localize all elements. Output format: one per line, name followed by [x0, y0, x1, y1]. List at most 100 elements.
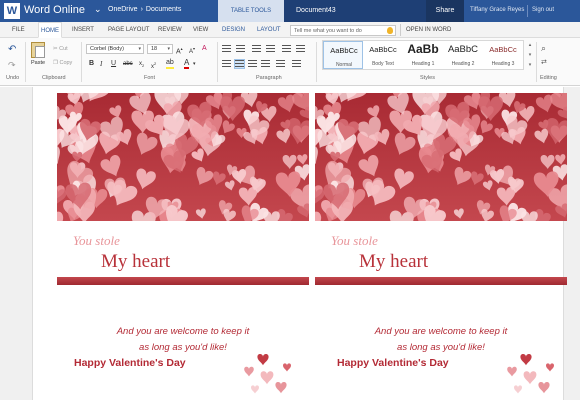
scissors-icon: ✂ — [53, 46, 58, 52]
chevron-up-icon[interactable]: ▴ — [526, 40, 534, 50]
red-divider-band — [57, 277, 309, 285]
style-name: Heading 1 — [411, 61, 435, 67]
styles-gallery: AaBbCc Normal AaBbCc Body Text AaBb Head… — [322, 40, 524, 70]
valentine-card[interactable]: You stole My heart And you are welcome t… — [57, 93, 309, 400]
share-button[interactable]: Share — [426, 0, 464, 22]
ltr-icon[interactable] — [282, 45, 291, 53]
style-body-text[interactable]: AaBbCc Body Text — [363, 41, 403, 69]
more-icon[interactable]: ▾ — [526, 60, 534, 70]
shrink-font-icon[interactable]: A▾ — [189, 44, 195, 57]
paste-label[interactable]: Paste — [31, 60, 45, 66]
tell-me-input[interactable]: Tell me what you want to do — [290, 25, 396, 36]
copy-icon: ❐ — [53, 60, 58, 66]
breadcrumb-onedrive[interactable]: OneDrive — [108, 6, 138, 13]
paragraph-mark-icon[interactable] — [292, 60, 301, 68]
hearts-pattern-image — [315, 93, 567, 221]
copy-button[interactable]: ❐ Copy — [53, 60, 72, 66]
red-divider-band — [315, 277, 567, 285]
style-sample: AaBbCc — [330, 46, 358, 55]
small-hearts-decoration-icon — [237, 353, 297, 400]
decrease-indent-icon[interactable] — [252, 45, 261, 53]
paste-icon[interactable] — [31, 42, 45, 58]
table-tools-label: TABLE TOOLS — [218, 0, 284, 22]
align-center-icon[interactable] — [234, 59, 245, 69]
breadcrumb: OneDrive › Documents — [108, 6, 184, 13]
you-stole-text: You stole — [73, 233, 120, 248]
group-label-styles: Styles — [420, 75, 435, 81]
divider — [217, 42, 218, 82]
open-in-word-button[interactable]: OPEN IN WORD — [406, 22, 451, 38]
bold-icon[interactable]: B — [89, 59, 94, 69]
style-normal[interactable]: AaBbCc Normal — [323, 41, 363, 69]
message-line-1: And you are welcome to keep it — [116, 326, 250, 337]
my-heart-heading: My heart — [359, 251, 429, 272]
redo-icon[interactable]: ↷ — [8, 60, 18, 70]
underline-icon[interactable]: U — [111, 59, 116, 69]
line-spacing-icon[interactable] — [276, 60, 285, 68]
superscript-icon[interactable]: x2 — [151, 59, 156, 72]
divider — [316, 42, 317, 82]
user-name[interactable]: Tiffany Grace Reyes — [470, 7, 524, 13]
undo-icon[interactable]: ↶ — [8, 45, 18, 55]
font-name-value: Corbel (Body) — [90, 46, 124, 52]
binoculars-icon[interactable]: ⌕ — [541, 43, 546, 54]
style-sample: AaBbC — [447, 44, 479, 55]
group-label-editing: Editing — [540, 75, 557, 81]
sign-out-link[interactable]: Sign out — [532, 7, 554, 13]
group-label-font: Font — [144, 75, 156, 81]
word-logo-icon[interactable]: W — [4, 3, 20, 19]
font-name-select[interactable]: Corbel (Body) ▾ — [86, 44, 144, 54]
subscript-icon[interactable]: x2 — [139, 59, 144, 71]
divider — [400, 24, 401, 36]
my-heart-heading: My heart — [101, 251, 171, 272]
tab-view[interactable]: VIEW — [193, 22, 208, 38]
highlight-icon[interactable]: ab — [166, 59, 174, 69]
increase-indent-icon[interactable] — [266, 45, 275, 53]
style-name: Body Text — [372, 61, 394, 67]
align-left-icon[interactable] — [222, 60, 231, 68]
font-size-select[interactable]: 18 ▾ — [147, 44, 173, 54]
tab-design[interactable]: DESIGN — [222, 22, 245, 38]
lightbulb-icon — [387, 27, 393, 34]
style-name: Heading 2 — [451, 61, 475, 67]
clear-formatting-icon[interactable]: A — [202, 44, 207, 54]
tab-layout[interactable]: LAYOUT — [257, 22, 281, 38]
you-stole-text: You stole — [331, 233, 378, 248]
style-heading-3[interactable]: AaBbCc Heading 3 — [483, 41, 523, 69]
style-heading-1[interactable]: AaBb Heading 1 — [403, 41, 443, 69]
replace-icon[interactable]: ⇄ — [541, 58, 547, 66]
font-color-icon[interactable]: A — [184, 59, 190, 69]
styles-scroll[interactable]: ▴ ▾ ▾ — [526, 40, 534, 70]
tab-home[interactable]: HOME — [38, 22, 62, 38]
grow-font-icon[interactable]: A▴ — [176, 44, 183, 57]
numbering-icon[interactable] — [236, 45, 245, 53]
tab-insert[interactable]: INSERT — [72, 22, 94, 38]
breadcrumb-documents[interactable]: Documents — [146, 6, 181, 13]
strikethrough-icon[interactable]: abc — [123, 59, 133, 69]
tab-review[interactable]: REVIEW — [158, 22, 182, 38]
happy-valentines-text: Happy Valentine's Day — [337, 357, 449, 369]
tab-page-layout[interactable]: PAGE LAYOUT — [108, 22, 149, 38]
rtl-icon[interactable] — [296, 45, 305, 53]
app-menu-chevron-icon[interactable]: ⌄ — [94, 4, 102, 15]
app-name[interactable]: Word Online — [24, 4, 85, 16]
tab-file[interactable]: FILE — [12, 22, 25, 38]
italic-icon[interactable]: I — [100, 59, 102, 69]
align-right-icon[interactable] — [248, 60, 257, 68]
divider — [536, 42, 537, 82]
cut-button[interactable]: ✂ Cut — [53, 46, 68, 52]
chevron-down-icon: ▾ — [167, 46, 170, 52]
font-size-value: 18 — [151, 46, 158, 52]
word-online-window: W Word Online ⌄ OneDrive › Documents TABLE… — [0, 0, 580, 400]
tell-me-placeholder: Tell me what you want to do — [294, 28, 362, 34]
cut-label: Cut — [59, 46, 68, 52]
bullets-icon[interactable] — [222, 45, 231, 53]
valentine-card[interactable]: You stole My heart And you are welcome t… — [315, 93, 567, 400]
breadcrumb-separator-icon: › — [140, 6, 143, 13]
divider — [81, 42, 82, 82]
style-heading-2[interactable]: AaBbC Heading 2 — [443, 41, 483, 69]
document-title[interactable]: Document43 — [284, 0, 426, 22]
chevron-down-icon[interactable]: ▾ — [526, 50, 534, 60]
chevron-down-icon[interactable]: ▾ — [193, 59, 196, 69]
justify-icon[interactable] — [261, 60, 270, 68]
